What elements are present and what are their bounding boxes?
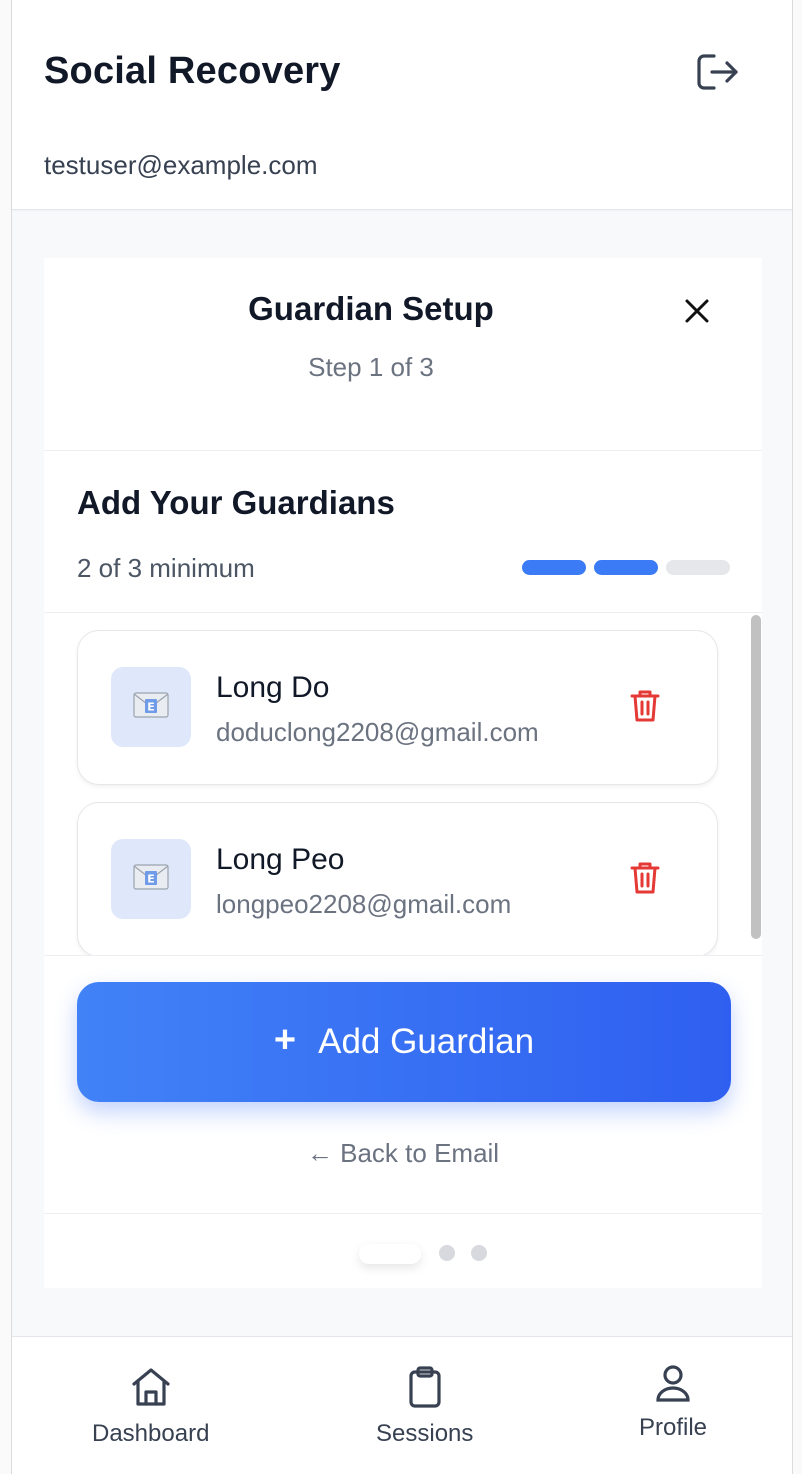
svg-text:E: E <box>147 872 155 885</box>
plus-icon: + <box>273 1018 297 1061</box>
guardian-email: doduclong2208@gmail.com <box>216 717 539 747</box>
pager-dot <box>471 1245 487 1261</box>
nav-label: Dashboard <box>92 1420 210 1447</box>
user-icon <box>653 1363 693 1408</box>
card-header: Guardian Setup Step 1 of 3 <box>44 258 762 451</box>
trash-icon <box>630 689 660 728</box>
user-email: testuser@example.com <box>44 150 318 180</box>
guardian-name: Long Peo <box>216 843 345 876</box>
app-title: Social Recovery <box>44 50 341 92</box>
guardian-setup-card: Guardian Setup Step 1 of 3 Add Your Guar… <box>44 258 762 1288</box>
app-header: Social Recovery testuser@example.com <box>12 0 792 210</box>
progress-segment <box>666 560 730 575</box>
nav-item-profile[interactable]: Profile <box>639 1363 707 1442</box>
home-icon <box>129 1365 173 1414</box>
logout-icon <box>696 52 740 97</box>
guardian-progress <box>522 560 730 575</box>
pager-dot <box>439 1245 455 1261</box>
close-button[interactable] <box>678 294 716 332</box>
step-pager <box>44 1213 762 1288</box>
window-edge-right <box>792 0 802 1474</box>
scrollbar-thumb[interactable] <box>751 615 761 939</box>
guardian-list[interactable]: E Long Do doduclong2208@gmail.com E Long… <box>44 612 762 956</box>
nav-label: Profile <box>639 1414 708 1441</box>
guardian-avatar: E <box>111 839 191 919</box>
clipboard-icon <box>403 1365 447 1414</box>
close-icon <box>684 298 710 329</box>
envelope-icon: E <box>133 691 169 724</box>
card-title: Guardian Setup <box>248 290 494 327</box>
app-frame: Social Recovery testuser@example.com Gua… <box>12 0 792 1474</box>
bottom-nav: Dashboard Sessions Profile <box>12 1336 792 1474</box>
section-title: Add Your Guardians <box>77 484 395 521</box>
guardian-avatar: E <box>111 667 191 747</box>
envelope-icon: E <box>133 863 169 896</box>
nav-item-dashboard[interactable]: Dashboard <box>92 1365 209 1448</box>
add-guardian-label: Add Guardian <box>318 1022 535 1061</box>
minimum-count: 2 of 3 minimum <box>77 553 255 583</box>
guardian-item[interactable]: E Long Peo longpeo2208@gmail.com <box>77 802 718 955</box>
nav-item-sessions[interactable]: Sessions <box>376 1365 473 1448</box>
delete-guardian-button[interactable] <box>626 689 664 727</box>
guardian-email: longpeo2208@gmail.com <box>216 889 512 919</box>
nav-label: Sessions <box>376 1420 474 1447</box>
step-indicator: Step 1 of 3 <box>308 352 434 382</box>
svg-text:E: E <box>147 700 155 713</box>
back-to-email-link[interactable]: ← Back to Email <box>44 1138 762 1169</box>
delete-guardian-button[interactable] <box>626 861 664 899</box>
window-edge-left <box>0 0 12 1474</box>
trash-icon <box>630 861 660 900</box>
progress-segment <box>594 560 658 575</box>
guardian-item[interactable]: E Long Do doduclong2208@gmail.com <box>77 630 718 785</box>
logout-button[interactable] <box>692 50 744 98</box>
progress-segment <box>522 560 586 575</box>
pager-dot-active <box>359 1244 421 1264</box>
guardian-name: Long Do <box>216 671 330 704</box>
add-guardian-button[interactable]: + Add Guardian <box>77 982 731 1102</box>
